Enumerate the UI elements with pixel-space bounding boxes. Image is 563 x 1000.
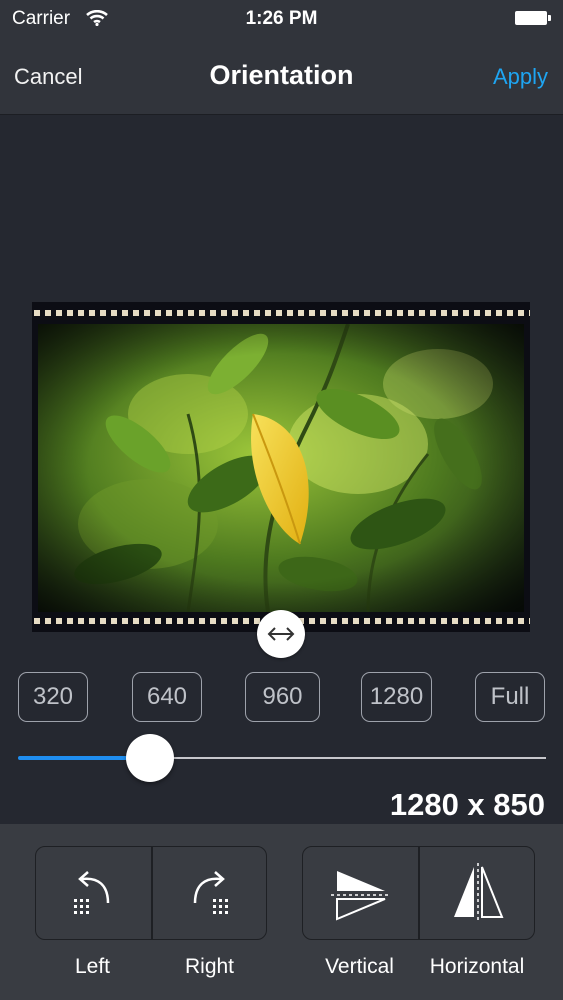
rotate-left-icon xyxy=(74,871,110,914)
battery-icon xyxy=(515,11,551,25)
flip-horizontal-icon xyxy=(454,863,504,923)
slider-track[interactable] xyxy=(150,757,546,759)
flip-horizontal-button[interactable] xyxy=(420,847,534,938)
flip-vertical-label: Vertical xyxy=(325,955,394,978)
status-time: 1:26 PM xyxy=(245,8,318,29)
apply-button[interactable]: Apply xyxy=(493,64,548,90)
flip-horizontal-label: Horizontal xyxy=(429,955,525,978)
bottom-toolbar: Left Right Vertical Horizontal xyxy=(0,824,563,1000)
size-preset-1280[interactable]: 1280 xyxy=(361,672,432,722)
rotate-right-icon xyxy=(193,871,228,914)
rotate-left-label: Left xyxy=(74,955,111,978)
rotate-right-button[interactable] xyxy=(153,847,266,938)
flip-vertical-icon xyxy=(331,871,391,921)
flip-button-group xyxy=(302,846,535,940)
photo-preview xyxy=(32,302,530,632)
resize-handle[interactable] xyxy=(257,610,305,658)
flip-vertical-button[interactable] xyxy=(303,847,418,938)
rotate-button-group xyxy=(35,846,267,940)
resize-arrows-icon xyxy=(267,627,295,641)
size-slider-thumb[interactable] xyxy=(126,734,174,782)
size-preset-960[interactable]: 960 xyxy=(245,672,320,722)
leaf-photo xyxy=(38,324,524,612)
page-title: Orientation xyxy=(209,60,354,90)
size-preset-full[interactable]: Full xyxy=(475,672,545,722)
nav-bar: Cancel Orientation Apply xyxy=(0,40,563,115)
size-preset-320[interactable]: 320 xyxy=(18,672,88,722)
rotate-left-button[interactable] xyxy=(36,847,151,938)
size-preset-640[interactable]: 640 xyxy=(132,672,202,722)
cancel-button[interactable]: Cancel xyxy=(14,64,82,90)
film-sprockets-top xyxy=(32,308,530,318)
rotate-right-label: Right xyxy=(184,955,235,978)
status-bar: Carrier 1:26 PM xyxy=(0,0,563,40)
dimensions-label: 1280 x 850 xyxy=(389,787,545,822)
